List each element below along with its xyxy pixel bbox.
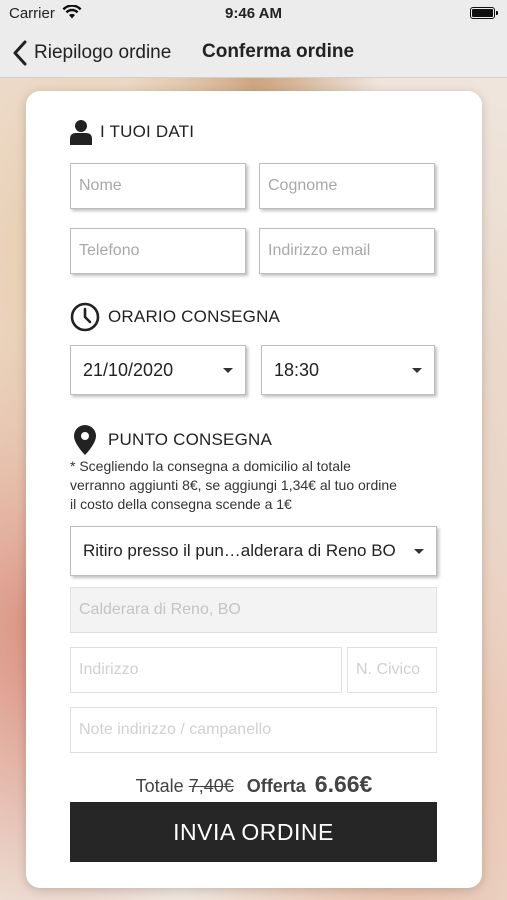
page-title: Conferma ordine — [202, 41, 355, 62]
status-bar: Carrier 9:46 AM — [0, 0, 507, 28]
email-field[interactable] — [259, 228, 435, 274]
section-personal-label: I TUOI DATI — [100, 122, 195, 141]
back-button[interactable]: Riepilogo ordine — [12, 38, 171, 68]
phone-input[interactable] — [71, 229, 245, 273]
caret-down-icon — [223, 367, 233, 373]
delivery-note-line: verranno aggiunti 8€, se aggiungi 1,34€ … — [70, 477, 397, 493]
order-totals: Totale 7,40€ Offerta 6.66€ — [26, 771, 482, 798]
section-point-label: PUNTO CONSEGNA — [108, 430, 273, 449]
section-personal-heading: I TUOI DATI — [70, 119, 194, 145]
city-field[interactable] — [70, 587, 437, 633]
offer-label: Offerta — [246, 776, 306, 796]
user-icon — [70, 120, 92, 145]
delivery-note-line: * Scegliendo la consegna a domicilio al … — [70, 458, 351, 474]
submit-order-label: INVIA ORDINE — [173, 818, 334, 845]
order-form-card: I TUOI DATI ORARIO CONSEGNA 21/10/2020 1… — [26, 91, 482, 888]
old-price: 7,40€ — [188, 776, 234, 796]
section-point-heading: PUNTO CONSEGNA — [74, 425, 272, 455]
city-input[interactable] — [71, 588, 436, 632]
date-value: 21/10/2020 — [83, 359, 174, 380]
caret-down-icon — [414, 548, 424, 554]
surname-input[interactable] — [260, 164, 434, 208]
location-pin-icon — [74, 425, 96, 455]
offer-price: 6.66€ — [314, 771, 373, 797]
name-field[interactable] — [70, 163, 246, 209]
time-value: 18:30 — [274, 359, 320, 380]
navigation-bar: Riepilogo ordine Conferma ordine — [0, 28, 507, 78]
submit-order-button[interactable]: INVIA ORDINE — [70, 802, 437, 862]
address-notes-input[interactable] — [71, 708, 436, 752]
section-time-heading: ORARIO CONSEGNA — [70, 302, 280, 332]
phone-field[interactable] — [70, 228, 246, 274]
civic-number-input[interactable] — [348, 648, 436, 692]
delivery-note-line: il costo della consegna scende a 1€ — [70, 496, 292, 512]
delivery-note: * Scegliendo la consegna a domicilio al … — [70, 457, 450, 514]
email-input[interactable] — [260, 229, 434, 273]
address-input[interactable] — [71, 648, 341, 692]
clock-icon — [70, 302, 100, 332]
address-field[interactable] — [70, 647, 342, 693]
pickup-point-select[interactable]: Ritiro presso il pun…alderara di Reno BO — [70, 526, 437, 576]
civic-number-field[interactable] — [347, 647, 437, 693]
address-notes-field[interactable] — [70, 707, 437, 753]
pickup-point-value: Ritiro presso il pun…alderara di Reno BO — [83, 541, 396, 560]
caret-down-icon — [412, 367, 422, 373]
battery-icon — [470, 7, 498, 19]
surname-field[interactable] — [259, 163, 435, 209]
total-label: Totale — [135, 776, 184, 796]
time-select[interactable]: 18:30 — [261, 345, 435, 395]
clock: 9:46 AM — [225, 5, 282, 22]
back-label: Riepilogo ordine — [34, 42, 172, 63]
name-input[interactable] — [71, 164, 245, 208]
date-select[interactable]: 21/10/2020 — [70, 345, 246, 395]
section-time-label: ORARIO CONSEGNA — [108, 307, 281, 326]
chevron-left-icon — [13, 40, 27, 66]
